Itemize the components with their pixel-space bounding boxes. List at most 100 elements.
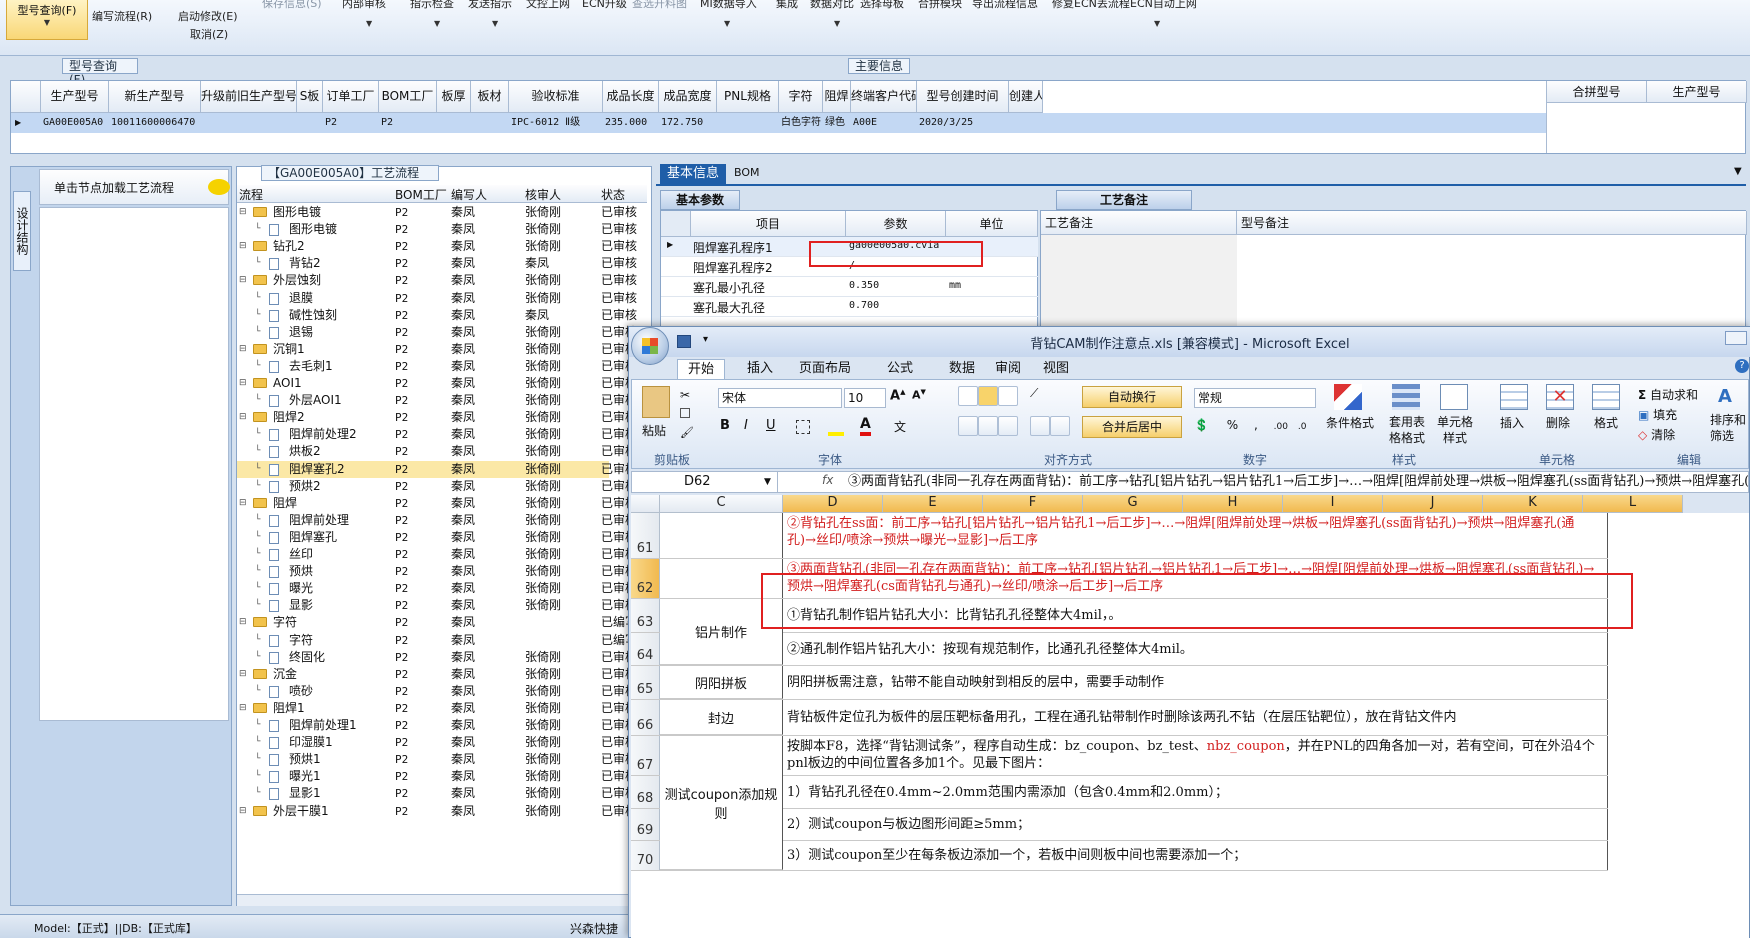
excel-tab-5[interactable]: 审阅	[985, 359, 1031, 379]
fill-button[interactable]: ▣ 填充	[1638, 406, 1677, 423]
row-header[interactable]: 69	[631, 809, 660, 840]
cell-d[interactable]: ③两面背钻孔(非同一孔存在两面背钻)：前工序→钻孔[铝片钻孔→铝片钻孔1→后工步…	[783, 559, 1608, 598]
flow-row[interactable]: └ 退锡 P2 秦凤 张倚刚 已审核	[237, 324, 637, 341]
flow-row[interactable]: └ 外层AOI1 P2 秦凤 张倚刚 已审核	[237, 392, 637, 409]
flow-row[interactable]: ⊟ 图形电镀 P2 秦凤 张倚刚 已审核	[237, 204, 637, 221]
ribbon-item-13[interactable]: 修复ECN丢流程	[1052, 0, 1130, 11]
param-value[interactable]: 0.700	[849, 300, 879, 311]
tab-basic-params[interactable]: 基本参数	[660, 190, 740, 210]
ribbon-item-11[interactable]: 合拼模块	[918, 0, 962, 11]
sheet-row[interactable]: 61 ②背钻孔在ss面：前工序→钻孔[铝片钻孔→铝片钻孔1→后工步]→…→阻焊[阻…	[631, 513, 1608, 559]
minimize-button[interactable]	[1725, 331, 1747, 345]
italic-icon[interactable]: I	[744, 418, 748, 433]
increase-decimal-icon[interactable]: .00	[1274, 422, 1288, 432]
column-header-H[interactable]: H	[1183, 495, 1283, 513]
cell-style-icon[interactable]	[1440, 384, 1468, 410]
bold-icon[interactable]: B	[720, 418, 730, 433]
cell-c[interactable]	[660, 513, 783, 558]
merged-cell-c[interactable]: 铝片制作	[660, 599, 783, 665]
cell-c[interactable]	[660, 559, 783, 598]
row-header[interactable]: 68	[631, 776, 660, 808]
table-format-button[interactable]: 套用表格格式	[1384, 414, 1430, 446]
column-header-K[interactable]: K	[1483, 495, 1583, 513]
design-structure-tab[interactable]: 设计结构	[13, 191, 31, 271]
flow-row[interactable]: ⊟ 字符 P2 秦凤 已编写	[237, 614, 637, 631]
ribbon-item-7[interactable]: MI数据导入	[700, 0, 757, 11]
column-header-L[interactable]: L	[1583, 495, 1683, 513]
shrink-font-icon[interactable]: A▼	[912, 388, 932, 408]
underline-icon[interactable]: U	[766, 418, 776, 433]
flow-row[interactable]: └ 丝印 P2 秦凤 张倚刚 已审核	[237, 546, 637, 563]
collapse-icon[interactable]: ⊟	[239, 238, 247, 255]
query-cell-2[interactable]	[203, 113, 297, 133]
flow-row[interactable]: └ 预烘 P2 秦凤 张倚刚 已审核	[237, 563, 637, 580]
collapse-icon[interactable]: ⊟	[239, 409, 247, 426]
ribbon-item-14[interactable]: ECN自动上网	[1130, 0, 1197, 11]
column-header-E[interactable]: E	[883, 495, 983, 513]
font-size-select[interactable]: 10	[844, 388, 886, 408]
excel-tab-3[interactable]: 公式	[877, 359, 923, 379]
conditional-format-button[interactable]: 条件格式	[1320, 414, 1380, 431]
sort-filter-icon[interactable]: A	[1718, 386, 1732, 407]
flow-row[interactable]: └ 曝光1 P2 秦凤 张倚刚 已审核	[237, 768, 637, 785]
query-cell-16[interactable]	[1011, 113, 1043, 133]
row-header[interactable]: 63	[631, 599, 660, 632]
collapse-icon[interactable]: ⊟	[239, 495, 247, 512]
structure-tree-area[interactable]	[39, 207, 229, 721]
flow-hscrollbar[interactable]	[237, 894, 647, 906]
query-cell-13[interactable]: 绿色	[825, 113, 851, 133]
align-middle-icon[interactable]	[978, 386, 998, 406]
query-cell-12[interactable]: 白色字符	[781, 113, 823, 133]
fill-color-icon[interactable]	[828, 418, 844, 436]
cell-d[interactable]: 背钻板件定位孔为板件的层压靶标备用孔，工程在通孔钻带制作时删除该两孔不钻（在层压…	[783, 700, 1608, 735]
cell-d[interactable]: 3）测试coupon至少在每条板边添加一个，若板中间则板中间也需要添加一个；	[783, 841, 1608, 870]
sheet-grid[interactable]: 61 ②背钻孔在ss面：前工序→钻孔[铝片钻孔→铝片钻孔1→后工步]→…→阻焊[阻…	[631, 513, 1749, 938]
query-grid-row[interactable]: ▶ GA00E005A0 10011600006470 P2 P2 IPC-6012 Ⅱ级…	[11, 113, 1546, 133]
sheet-row[interactable]: 62 ③两面背钻孔(非同一孔存在两面背钻)：前工序→钻孔[铝片钻孔→铝片钻孔1→后…	[631, 559, 1608, 599]
function-icon[interactable]: fx	[822, 473, 833, 487]
currency-icon[interactable]: 💲	[1194, 418, 1209, 432]
excel-tab-6[interactable]: 视图	[1033, 359, 1079, 379]
cut-icon[interactable]: ✂	[680, 388, 690, 402]
collapse-icon[interactable]: ⊟	[239, 341, 247, 358]
flow-row[interactable]: └ 预烘2 P2 秦凤 张倚刚 已审核	[237, 478, 637, 495]
cell-d[interactable]: 按脚本F8，选择“背钻测试条”，程序自动生成：bz_coupon、bz_test…	[783, 736, 1608, 775]
query-cell-10[interactable]: 172.750	[661, 113, 717, 133]
cell-d[interactable]: ②通孔制作铝片钻孔大小：按现有规范制作，比通孔孔径整体大4mil。	[783, 633, 1608, 665]
query-cell-14[interactable]: A00E	[853, 113, 917, 133]
merged-cell-c[interactable]: 测试coupon添加规则	[660, 736, 783, 870]
ribbon-item-9[interactable]: 数据对比	[810, 0, 854, 11]
flow-row[interactable]: └ 阻焊塞孔 P2 秦凤 张倚刚 已审核	[237, 529, 637, 546]
phonetic-icon[interactable]: 文	[894, 418, 906, 435]
column-header-I[interactable]: I	[1283, 495, 1383, 513]
flow-row[interactable]: ⊟ AOI1 P2 秦凤 张倚刚 已审核	[237, 375, 637, 392]
cell-d[interactable]: 2）测试coupon与板边图形间距≥5mm；	[783, 809, 1608, 840]
flow-row[interactable]: └ 阻焊前处理2 P2 秦凤 张倚刚 已审核	[237, 426, 637, 443]
ribbon-item-0[interactable]: 保存信息(S)	[262, 0, 322, 11]
collapse-icon[interactable]: ⊟	[239, 666, 247, 683]
param-value[interactable]: 0.350	[849, 280, 879, 291]
comma-icon[interactable]: ,	[1254, 418, 1258, 432]
flow-row[interactable]: ⊟ 外层干膜1 P2 秦凤 张倚刚 已审核	[237, 803, 637, 820]
flow-row[interactable]: ⊟ 沉金 P2 秦凤 张倚刚 已审核	[237, 666, 637, 683]
collapse-icon[interactable]: ⊟	[239, 272, 247, 289]
flow-row[interactable]: ⊟ 沉铜1 P2 秦凤 张倚刚 已审核	[237, 341, 637, 358]
vertical-align-icons[interactable]	[958, 386, 1022, 408]
flow-row[interactable]: └ 烘板2 P2 秦凤 张倚刚 已审核	[237, 443, 637, 460]
autosum-button[interactable]: Σ 自动求和	[1638, 386, 1698, 403]
align-center-icon[interactable]	[978, 416, 998, 436]
flow-row[interactable]: └ 去毛刺1 P2 秦凤 张倚刚 已审核	[237, 358, 637, 375]
column-header-J[interactable]: J	[1383, 495, 1483, 513]
cell-d[interactable]: ②背钻孔在ss面：前工序→钻孔[铝片钻孔→铝片钻孔1→后工步]→…→阻焊[阻焊前…	[783, 513, 1608, 558]
query-cell-3[interactable]	[299, 113, 323, 133]
flow-row[interactable]: └ 喷砂 P2 秦凤 张倚刚 已审核	[237, 683, 637, 700]
formula-input[interactable]: ③两面背钻孔(非同一孔存在两面背钻)：前工序→钻孔[铝片钻孔→铝片钻孔1→后工步…	[848, 472, 1748, 492]
edit-flow-button[interactable]: 编写流程(R)	[92, 8, 152, 24]
ribbon-item-10[interactable]: 选择母板	[860, 0, 904, 11]
excel-tab-0[interactable]: 开始	[677, 359, 726, 379]
paste-icon[interactable]	[642, 386, 670, 418]
flow-row[interactable]: └ 背钻2 P2 秦凤 秦凤 已审核	[237, 255, 637, 272]
params-row[interactable]: 塞孔最小孔径 0.350 mm	[661, 277, 1038, 297]
query-cell-5[interactable]: P2	[381, 113, 437, 133]
tab-basic-info[interactable]: 基本信息	[660, 164, 726, 184]
